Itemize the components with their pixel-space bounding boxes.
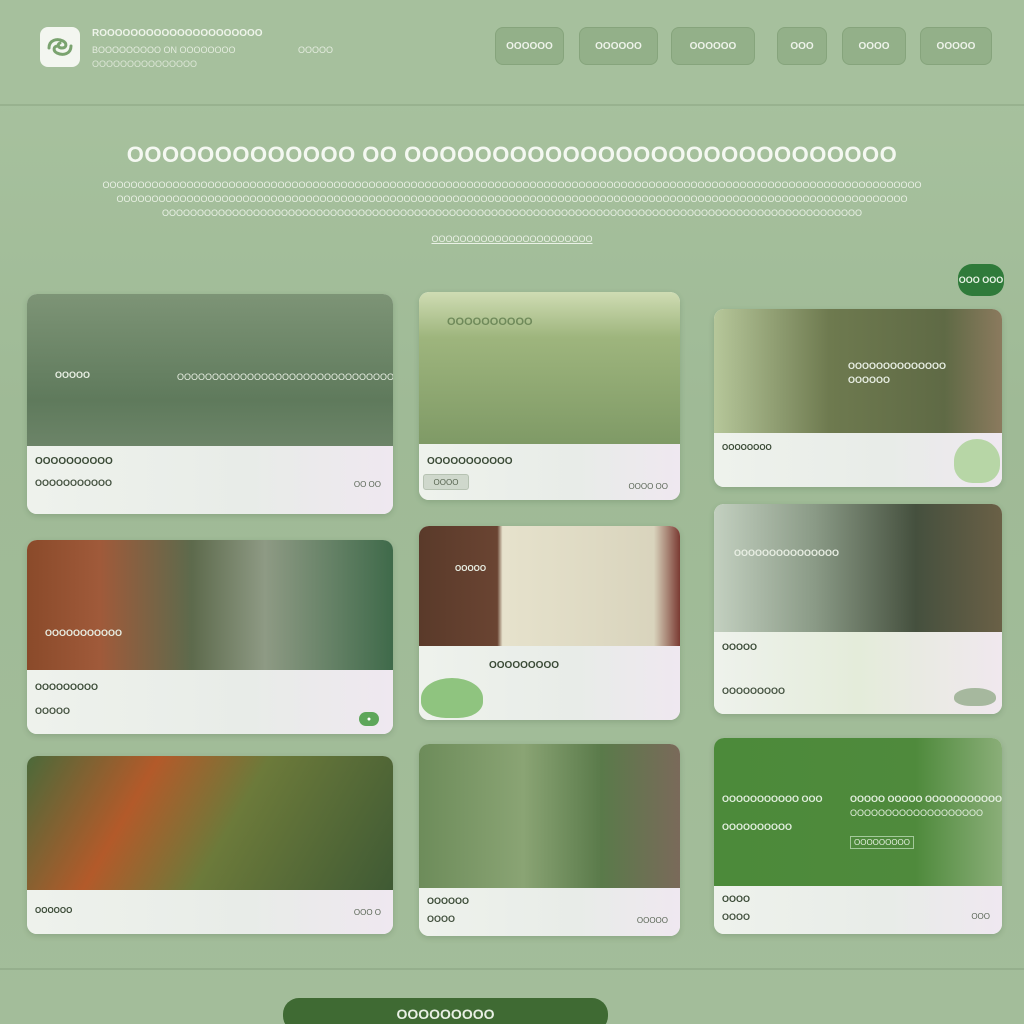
nav-item-3[interactable]: OOOOOO xyxy=(671,27,755,65)
card-title: OOOOOO xyxy=(35,906,73,915)
logo-icon xyxy=(47,38,73,56)
card-image-label: OOOOO xyxy=(55,370,91,380)
card-image-label: OOOOOOOOOO xyxy=(447,316,533,328)
nav-item-6[interactable]: OOOOO xyxy=(920,27,992,65)
card-image-caption: OOOOOOOOOOOOOOOOOOOOOOOOOOOOOOOOO xyxy=(177,372,393,382)
nav-item-5[interactable]: OOOO xyxy=(842,27,906,65)
top-header: ROOOOOOOOOOOOOOOOOOOOO BOOOOOOOOO ON OOO… xyxy=(0,0,1024,106)
card-meta: OOO O xyxy=(353,908,381,917)
mascot-icon xyxy=(954,688,996,706)
hero-description: OOOOOOOOOOOOOOOOOOOOOOOOOOOOOOOOOOOOOOOO… xyxy=(102,180,922,218)
card-image xyxy=(27,756,393,890)
brand-subtitle-left: BOOOOOOOOO ON OOOOOOOO xyxy=(92,45,236,55)
gallery-card-5[interactable]: OOOOO OOOOOOOOO xyxy=(419,526,680,720)
card-subtitle: OOOOOOOOO xyxy=(722,686,786,696)
card-subtitle: OOOO xyxy=(427,914,456,924)
filter-pill[interactable]: OOO OOO xyxy=(958,264,1004,296)
logo[interactable] xyxy=(40,27,80,67)
mascot-icon xyxy=(421,678,483,718)
brand-subtitle: BOOOOOOOOO ON OOOOOOOO OOOOO xyxy=(92,45,334,55)
gallery-card-8[interactable]: OOOOOO OOOO OOOOO xyxy=(419,744,680,936)
brand-block: ROOOOOOOOOOOOOOOOOOOOO BOOOOOOOOO ON OOO… xyxy=(92,28,334,69)
panel-link[interactable]: OOOOOOOOO xyxy=(850,836,915,849)
card-title: OOOOOOOOO xyxy=(489,660,560,671)
card-subtitle: OOOOO xyxy=(35,706,71,716)
hero-title: OOOOOOOOOOOOO OO OOOOOOOOOOOOOOOOOOOOOOO… xyxy=(126,142,898,167)
card-image xyxy=(714,504,1002,632)
card-meta: OOOO OO xyxy=(628,482,668,491)
card-meta: OOO xyxy=(971,912,990,921)
card-meta: OOOOO xyxy=(636,916,668,925)
card-image-label: OOOOOOOOOOOOOO xyxy=(848,361,947,371)
card-footer: OOOOOOOO xyxy=(714,433,1002,487)
brand-subtitle-right: OOOOO xyxy=(298,45,334,55)
card-footer: OOOOOO OOOO OOOOO xyxy=(419,888,680,936)
card-footer: OOOOOOOOOOO OOOO OOOO OO xyxy=(419,444,680,500)
card-title: OOOOO xyxy=(722,642,758,652)
brand-name: ROOOOOOOOOOOOOOOOOOOOO xyxy=(92,28,263,39)
card-footer: OOOOOO OOO O xyxy=(27,890,393,934)
card-meta: OO OO xyxy=(353,480,381,489)
load-more-button[interactable]: OOOOOOOOO xyxy=(283,998,608,1024)
card-image xyxy=(419,292,680,444)
card-footer: OOOO OOOO OOO xyxy=(714,886,1002,934)
card-subtitle: OOOOOOOOOOO xyxy=(35,478,113,488)
panel-subheading: OOOOOOOOOO xyxy=(722,822,793,832)
gallery-card-1[interactable]: OOOOO OOOOOOOOOOOOOOOOOOOOOOOOOOOOOOOOO … xyxy=(27,294,393,514)
gallery-card-7[interactable]: OOOOOO OOO O xyxy=(27,756,393,934)
divider xyxy=(0,968,1024,970)
card-image-caption: OOOOOO xyxy=(848,375,891,385)
nav-item-4[interactable]: OOO xyxy=(777,27,827,65)
panel-right-text: OOOOO OOOOO OOOOOOOOOOO xyxy=(850,794,1002,804)
status-badge: ● xyxy=(359,712,379,726)
hero-link[interactable]: OOOOOOOOOOOOOOOOOOOOOOO xyxy=(362,234,662,244)
card-image xyxy=(714,309,1002,433)
card-image-label: OOOOOOOOOOO xyxy=(45,628,123,638)
card-image-label: OOOOO xyxy=(455,564,487,573)
card-title: OOOOOOOOOOO xyxy=(427,456,513,467)
card-image xyxy=(419,744,680,888)
card-image xyxy=(419,526,680,646)
panel-heading: OOOOOOOOOOO OOO xyxy=(722,794,823,804)
card-title: OOOOOOOO xyxy=(722,443,772,452)
card-title: OOOO xyxy=(722,894,751,904)
nav-item-1[interactable]: OOOOOO xyxy=(495,27,564,65)
gallery-card-2[interactable]: OOOOOOOOOO OOOOOOOOOOO OOOO OOOO OO xyxy=(419,292,680,500)
card-title: OOOOOOOOO xyxy=(35,682,99,692)
card-title: OOOOOOOOOO xyxy=(35,456,113,467)
mascot-icon xyxy=(954,439,1000,483)
panel-right-text-2: OOOOOOOOOOOOOOOOOOO xyxy=(850,808,984,818)
gallery-card-9[interactable]: OOOOOOOOOOO OOO OOOOOOOOOO OOOOO OOOOO O… xyxy=(714,738,1002,934)
card-chip[interactable]: OOOO xyxy=(423,474,469,490)
gallery-card-6[interactable]: OOOOOOOOOOOOOOO OOOOO OOOOOOOOO xyxy=(714,504,1002,714)
card-image-label: OOOOOOOOOOOOOOO xyxy=(734,548,840,558)
card-title: OOOOOO xyxy=(427,896,470,906)
card-footer: OOOOOOOOO OOOOO ● xyxy=(27,670,393,734)
gallery-card-4[interactable]: OOOOOOOOOOO OOOOOOOOO OOOOO ● xyxy=(27,540,393,734)
card-footer: OOOOO OOOOOOOOO xyxy=(714,632,1002,714)
card-subtitle: OOOO xyxy=(722,912,751,922)
card-footer: OOOOOOOOOO OOOOOOOOOOO OO OO xyxy=(27,446,393,514)
card-footer: OOOOOOOOO xyxy=(419,646,680,720)
brand-tagline: OOOOOOOOOOOOOOO xyxy=(92,59,198,69)
nav-item-2[interactable]: OOOOOO xyxy=(579,27,658,65)
card-image xyxy=(27,540,393,670)
gallery-card-3[interactable]: OOOOOOOOOOOOOO OOOOOO OOOOOOOO xyxy=(714,309,1002,487)
